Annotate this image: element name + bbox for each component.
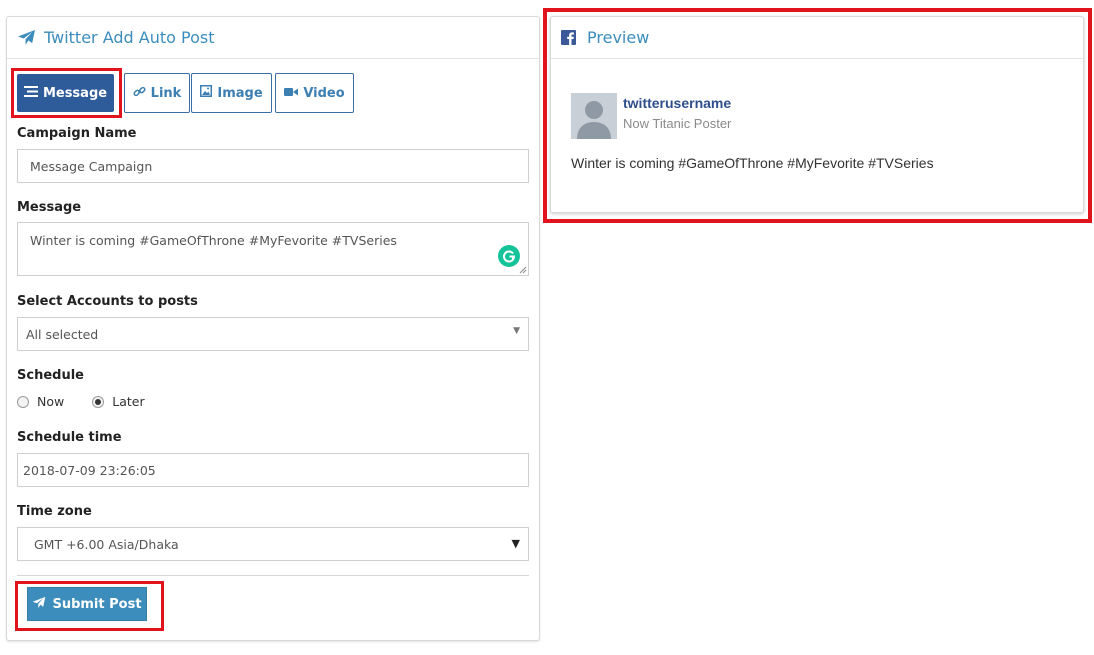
radio-now[interactable] xyxy=(17,395,29,408)
tab-link-label: Link xyxy=(150,85,182,101)
preview-username[interactable]: twitterusername xyxy=(623,95,731,111)
highlight-box-submit xyxy=(15,581,164,631)
tab-image-label: Image xyxy=(217,85,263,101)
accounts-label: Select Accounts to posts xyxy=(17,294,198,309)
avatar xyxy=(571,93,617,139)
message-label: Message xyxy=(17,200,82,215)
paper-plane-icon xyxy=(17,29,36,46)
grammarly-icon[interactable] xyxy=(498,245,520,267)
dropdown-arrow-icon: ▼ xyxy=(513,326,520,336)
tab-link[interactable]: Link xyxy=(124,73,190,113)
schedule-time-input[interactable]: 2018-07-09 23:26:05 xyxy=(17,453,529,487)
campaign-name-input[interactable]: Message Campaign xyxy=(17,149,529,183)
schedule-later-option[interactable]: Later xyxy=(92,394,145,409)
schedule-label: Schedule xyxy=(17,368,84,383)
panel-title: Twitter Add Auto Post xyxy=(44,28,215,47)
schedule-now-option[interactable]: Now xyxy=(17,394,64,409)
highlight-box-message-tab xyxy=(11,68,122,118)
message-value: Winter is coming #GameOfThrone #MyFevori… xyxy=(30,233,397,248)
timezone-select[interactable]: GMT +6.00 Asia/Dhaka ▼ xyxy=(17,527,529,561)
tab-video[interactable]: Video xyxy=(275,73,354,113)
image-icon xyxy=(200,85,213,101)
schedule-time-value: 2018-07-09 23:26:05 xyxy=(23,462,156,478)
schedule-time-label: Schedule time xyxy=(17,430,122,445)
panel-header: Twitter Add Auto Post xyxy=(7,17,539,59)
accounts-value: All selected xyxy=(26,326,99,342)
link-icon xyxy=(133,85,146,102)
message-textarea[interactable]: Winter is coming #GameOfThrone #MyFevori… xyxy=(17,222,529,276)
timezone-label: Time zone xyxy=(17,504,92,519)
schedule-later-label: Later xyxy=(112,394,145,409)
preview-post-text: Winter is coming #GameOfThrone #MyFevori… xyxy=(571,155,934,171)
form-divider xyxy=(17,575,529,576)
facebook-icon xyxy=(561,30,576,45)
campaign-name-label: Campaign Name xyxy=(17,126,137,141)
radio-later[interactable] xyxy=(92,395,105,408)
campaign-name-value: Message Campaign xyxy=(30,158,153,174)
tab-video-label: Video xyxy=(303,85,345,101)
preview-header: Preview xyxy=(551,17,1083,59)
schedule-now-label: Now xyxy=(37,394,65,409)
schedule-radio-group: Now Later xyxy=(17,394,173,409)
video-icon xyxy=(284,86,299,101)
twitter-add-post-panel: Twitter Add Auto Post Message Link Image… xyxy=(6,16,540,641)
resize-handle-icon[interactable] xyxy=(519,266,527,274)
preview-subtitle: Now Titanic Poster xyxy=(623,116,732,131)
timezone-value: GMT +6.00 Asia/Dhaka xyxy=(34,536,179,552)
tab-image[interactable]: Image xyxy=(191,73,272,113)
preview-panel: Preview twitterusername Now Titanic Post… xyxy=(550,16,1084,213)
accounts-select[interactable]: All selected ▼ xyxy=(17,317,529,351)
preview-title: Preview xyxy=(587,28,650,47)
dropdown-arrow-icon: ▼ xyxy=(511,537,520,550)
